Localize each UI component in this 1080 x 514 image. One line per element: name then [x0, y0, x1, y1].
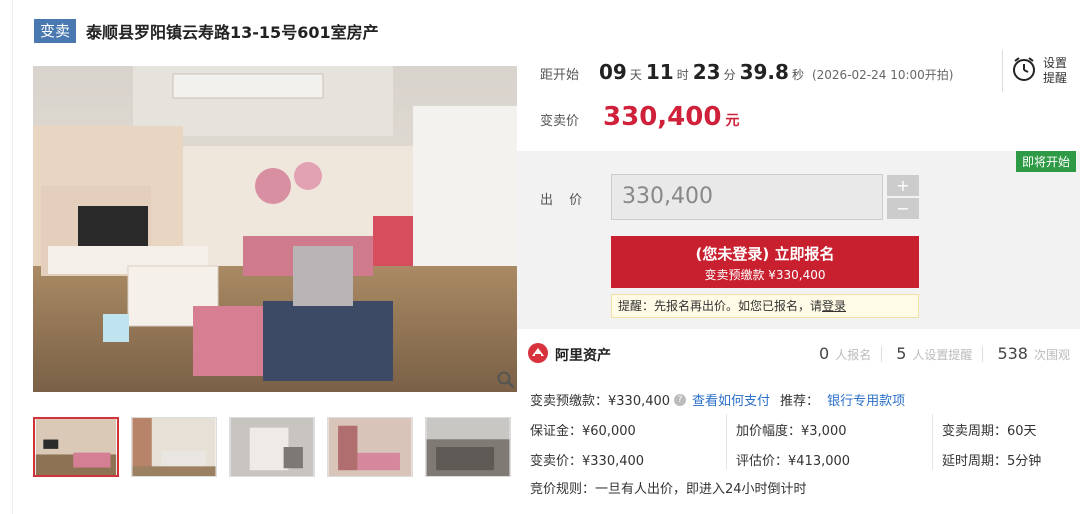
login-tip: 提醒：先报名再出价。如您已报名，请登录	[611, 294, 919, 318]
recommend-label: 推荐：	[780, 394, 820, 409]
signups-count: 0	[819, 344, 830, 363]
deposit-row: 变卖预缴款：¥330,400 ? 查看如何支付 推荐： 银行专用款项	[530, 390, 905, 409]
bidding-rule: 竞价规则：一旦有人出价，即进入24小时倒计时	[530, 482, 807, 497]
signups-label: 人报名	[835, 348, 872, 362]
how-to-pay-link[interactable]: 查看如何支付	[692, 390, 770, 409]
countdown-seconds: 39.8	[739, 60, 789, 84]
countdown-hours: 11	[645, 60, 674, 84]
stats-bar: 0 人报名 5 人设置提醒 538 次围观	[805, 344, 1070, 363]
price-label: 变卖价	[540, 114, 580, 129]
thumbnail-strip	[33, 417, 523, 477]
views-count: 538	[997, 344, 1028, 363]
alarm-clock-icon	[1011, 56, 1037, 86]
thumbnail-3[interactable]	[229, 417, 315, 477]
status-badge: 即将开始	[1015, 151, 1076, 172]
ali-assets-icon	[527, 342, 549, 368]
appraisal-price: 评估价：¥413,000	[736, 454, 851, 469]
countdown-seconds-unit: 秒	[791, 68, 804, 82]
reminders-label: 人设置提醒	[912, 348, 973, 362]
countdown-hours-unit: 时	[676, 68, 689, 82]
bid-label: 出 价	[540, 193, 589, 208]
divider	[982, 345, 984, 362]
countdown-minutes: 23	[692, 60, 721, 84]
sale-period: 变卖周期：60天	[942, 424, 1037, 439]
decrease-bid-button[interactable]: −	[887, 198, 919, 219]
main-photo[interactable]	[33, 66, 517, 392]
platform-name: 阿里资产	[555, 348, 611, 364]
set-reminder-label: 设置 提醒	[1043, 56, 1067, 86]
bank-funds-link[interactable]: 银行专用款项	[827, 390, 905, 409]
views-label: 次围观	[1033, 348, 1070, 362]
title-row: 变卖 泰顺县罗阳镇云寿路13-15号601室房产	[34, 18, 379, 44]
set-reminder-line1: 设置	[1043, 56, 1068, 70]
price-value: 330,400	[603, 102, 722, 132]
signup-button[interactable]: (您未登录) 立即报名 变卖预缴款 ¥330,400	[611, 236, 919, 288]
divider	[881, 345, 883, 362]
countdown-days: 09	[599, 60, 627, 84]
divider	[932, 414, 933, 470]
countdown-label: 距开始	[540, 68, 580, 83]
bid-panel: 即将开始 出 价 330,400 + − (您未登录) 立即报名 变卖预缴款 ¥…	[517, 151, 1080, 329]
thumbnail-2[interactable]	[131, 417, 217, 477]
countdown-minutes-unit: 分	[723, 68, 736, 82]
divider	[726, 414, 727, 470]
zoom-icon[interactable]	[497, 371, 515, 389]
countdown-days-unit: 天	[629, 68, 642, 82]
security-deposit: 保证金：¥60,000	[530, 424, 636, 439]
start-time-note: (2026-02-24 10:00开拍)	[811, 68, 954, 82]
sale-type-badge: 变卖	[34, 19, 77, 43]
deposit-text: 变卖预缴款：¥330,400	[530, 394, 671, 409]
thumbnail-4[interactable]	[327, 417, 413, 477]
thumbnail-5[interactable]	[425, 417, 511, 477]
reminders-count: 5	[896, 344, 907, 363]
signup-button-label: (您未登录) 立即报名	[695, 245, 835, 263]
signup-deposit-label: 变卖预缴款 ¥330,400	[704, 268, 826, 282]
bid-stepper: + −	[887, 175, 919, 219]
page-title: 泰顺县罗阳镇云寿路13-15号601室房产	[86, 23, 379, 42]
help-icon[interactable]: ?	[674, 393, 687, 406]
sale-price: 变卖价：¥330,400	[530, 454, 645, 469]
increase-bid-button[interactable]: +	[887, 175, 919, 196]
price-unit: 元	[725, 113, 740, 129]
set-reminder-line2: 提醒	[1043, 71, 1068, 85]
delay-period: 延时周期：5分钟	[942, 454, 1042, 469]
bid-amount-input[interactable]: 330,400	[611, 174, 883, 220]
login-tip-text: 提醒：先报名再出价。如您已报名，请	[618, 299, 823, 313]
bid-increment: 加价幅度：¥3,000	[736, 424, 847, 439]
ali-assets-logo: 阿里资产	[527, 342, 611, 368]
login-link[interactable]: 登录	[822, 299, 846, 313]
countdown-row: 距开始 09 天 11 时 23 分 39.8 秒 (2026-02-24 10…	[540, 60, 953, 84]
thumbnail-1[interactable]	[33, 417, 119, 477]
price-row: 变卖价 330,400 元	[540, 102, 739, 132]
set-reminder-button[interactable]: 设置 提醒	[1002, 50, 1072, 92]
platform-row: 阿里资产 0 人报名 5 人设置提醒 538 次围观	[527, 340, 1080, 370]
